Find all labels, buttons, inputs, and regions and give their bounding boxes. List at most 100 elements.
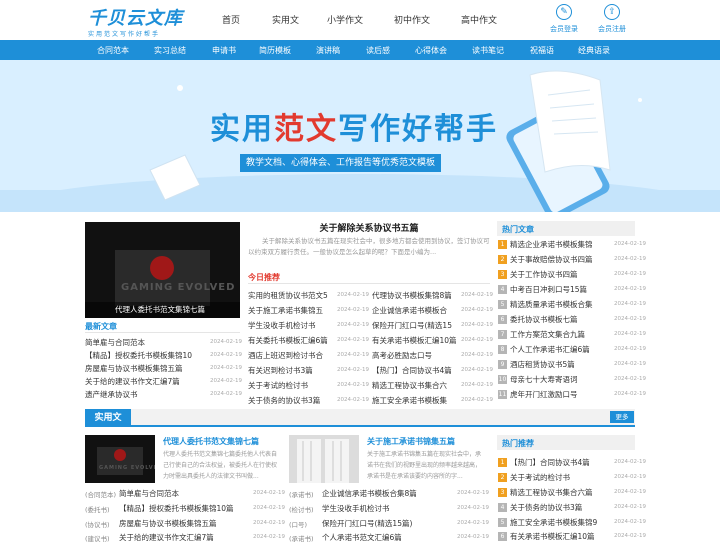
list-item[interactable]: 【热门】合同协议书4篇 <box>510 457 590 468</box>
list-item-tag[interactable]: (承诺书) <box>289 489 314 499</box>
banner-subtitle: 教学文档、心得体会、工作报告等优秀范文模板 <box>240 154 442 172</box>
nav-senior-essay[interactable]: 高中作文 <box>461 13 497 26</box>
category-greetings[interactable]: 祝福语 <box>530 45 554 56</box>
list-item-tag[interactable]: (建议书) <box>85 533 110 543</box>
list-item[interactable]: 精选工程协议书集合六篇 <box>510 487 593 498</box>
category-contract[interactable]: 合同范本 <box>97 45 129 56</box>
list-item[interactable]: 关于施工承诺书集锦五 <box>248 305 323 316</box>
list-item[interactable]: 关于债务的协议书3篇 <box>510 502 582 513</box>
list-item-date: 2024-02-19 <box>614 301 646 307</box>
card2-image[interactable] <box>289 435 359 483</box>
nav-primary-essay[interactable]: 小学作文 <box>327 13 363 26</box>
card2-title[interactable]: 关于施工承诺书锦集五篇 <box>367 436 455 447</box>
list-item-date: 2024-02-19 <box>210 391 242 397</box>
list-item-tag[interactable]: (检讨书) <box>289 504 314 514</box>
divider <box>248 283 490 284</box>
category-reading-notes[interactable]: 读书笔记 <box>472 45 504 56</box>
list-item[interactable]: 企业诚信承诺书模板合 <box>372 305 447 316</box>
list-item[interactable]: 房屋雇与协议书模板集锦五篇 <box>85 363 183 374</box>
list-item[interactable]: 个人工作承诺书汇编6篇 <box>510 344 590 355</box>
card1-image[interactable]: GAMING EVOLVED <box>85 435 155 483</box>
list-item-date: 2024-02-19 <box>253 534 285 540</box>
more-button[interactable]: 更多 <box>610 411 634 423</box>
category-speech[interactable]: 演讲稿 <box>316 45 340 56</box>
list-item[interactable]: 简单雇与合同范本 <box>85 337 145 348</box>
list-item[interactable]: 【精品】授权委托书模板集锦10篇 <box>119 503 234 514</box>
list-item[interactable]: 学生没收手机检讨书 <box>322 503 390 514</box>
list-item[interactable]: 关于债务的协议书3篇 <box>248 395 320 406</box>
featured-title[interactable]: 关于解除关系协议书五篇 <box>248 221 490 234</box>
list-item[interactable]: 个人承诺书范文汇编6篇 <box>322 532 402 543</box>
list-item[interactable]: 虎年开门红激励口号 <box>510 389 578 400</box>
nav-practical[interactable]: 实用文 <box>272 13 299 26</box>
list-item-date: 2024-02-19 <box>461 292 493 298</box>
upload-icon: ⇪ <box>604 4 620 20</box>
list-item[interactable]: 【热门】合同协议书4篇 <box>372 365 452 376</box>
category-internship[interactable]: 实习总结 <box>154 45 186 56</box>
site-logo[interactable]: 千贝云文库 实用范文写作好帮手 <box>86 4 186 38</box>
list-item[interactable]: 精选质量承诺书模板合集 <box>510 299 593 310</box>
nav-junior-essay[interactable]: 初中作文 <box>394 13 430 26</box>
register-button[interactable]: ⇪ 会员注册 <box>592 4 632 38</box>
list-item[interactable]: 有关委托书模板汇编6篇 <box>248 335 328 346</box>
list-item[interactable]: 房屋雇与协议书模板集锦五篇 <box>119 518 217 529</box>
list-item-date: 2024-02-19 <box>337 367 369 373</box>
list-item[interactable]: 有关承诺书模板汇编10篇 <box>372 335 457 346</box>
category-resume[interactable]: 简历模板 <box>259 45 291 56</box>
rank-badge: 2 <box>498 473 507 482</box>
list-item[interactable]: 关于给的建议书作文汇编7篇 <box>85 376 180 387</box>
featured-caption[interactable]: 代理人委托书范文集锦七篇 <box>115 304 205 315</box>
list-item-date: 2024-02-19 <box>461 337 493 343</box>
list-item[interactable]: 企业诚信承诺书模板合集8篇 <box>322 488 417 499</box>
list-item[interactable]: 关于事故赔偿协议书四篇 <box>510 254 593 265</box>
list-item[interactable]: 母亲七十大寿寄语词 <box>510 374 578 385</box>
list-item[interactable]: 施工安全承诺书模板集 <box>372 395 447 406</box>
list-item-tag[interactable]: (口号) <box>289 519 307 529</box>
list-item-tag[interactable]: (协议书) <box>85 519 110 529</box>
list-item[interactable]: 精选工程协议书集合六 <box>372 380 447 391</box>
list-item-date: 2024-02-19 <box>210 352 242 358</box>
login-button[interactable]: ✎ 会员登录 <box>544 4 584 38</box>
list-item-tag[interactable]: (委托书) <box>85 504 110 514</box>
list-item-date: 2024-02-19 <box>614 489 646 495</box>
list-item[interactable]: 关于给的建议书作文汇编7篇 <box>119 532 214 543</box>
list-item[interactable]: 关于考试的检讨书 <box>510 472 570 483</box>
list-item[interactable]: 有关迟到检讨书3篇 <box>248 365 313 376</box>
list-item[interactable]: 代理协议书模板集锦8篇 <box>372 290 452 301</box>
list-item[interactable]: 施工安全承诺书模板集锦9 <box>510 517 597 528</box>
list-item[interactable]: 酒店租赁协议书5篇 <box>510 359 575 370</box>
list-item[interactable]: 保险开门红口号(精选15 <box>372 320 452 331</box>
list-item-date: 2024-02-19 <box>461 322 493 328</box>
list-item[interactable]: 工作方案范文集合九篇 <box>510 329 585 340</box>
list-item[interactable]: 保险开门红口号(精选15篇) <box>322 518 412 529</box>
list-item[interactable]: 有关承诺书模板汇编10篇 <box>510 531 595 542</box>
list-item-date: 2024-02-19 <box>614 256 646 262</box>
list-item[interactable]: 关于工作协议书四篇 <box>510 269 578 280</box>
list-item[interactable]: 实用的租赁协议书范文5 <box>248 290 328 301</box>
category-experience[interactable]: 心得体会 <box>415 45 447 56</box>
list-item[interactable]: 中考百日冲刺口号15篇 <box>510 284 587 295</box>
list-item[interactable]: 关于考试的检讨书 <box>248 380 308 391</box>
list-item-date: 2024-02-19 <box>457 520 489 526</box>
featured-image[interactable]: GAMING EVOLVED 代理人委托书范文集锦七篇 <box>85 222 240 318</box>
list-item[interactable]: 学生没收手机检讨书 <box>248 320 316 331</box>
rank-badge: 8 <box>498 345 507 354</box>
list-item-date: 2024-02-19 <box>337 397 369 403</box>
category-bar: 合同范本 实习总结 申请书 简历模板 演讲稿 读后感 心得体会 读书笔记 祝福语… <box>0 40 720 60</box>
category-quotes[interactable]: 经典语录 <box>578 45 610 56</box>
list-item[interactable]: 遗产继承协议书 <box>85 389 138 400</box>
list-item-date: 2024-02-19 <box>461 367 493 373</box>
list-item-tag[interactable]: (承诺书) <box>289 533 314 543</box>
nav-home[interactable]: 首页 <box>222 13 240 26</box>
list-item[interactable]: 酒店上班迟到检讨书合 <box>248 350 323 361</box>
card1-title[interactable]: 代理人委托书范文集锦七篇 <box>163 436 259 447</box>
category-application[interactable]: 申请书 <box>212 45 236 56</box>
list-item-tag[interactable]: (合同范本) <box>85 489 116 499</box>
list-item[interactable]: 简单雇与合同范本 <box>119 488 179 499</box>
hero-banner[interactable]: 实用范文写作好帮手 教学文档、心得体会、工作报告等优秀范文模板 <box>0 60 720 212</box>
list-item[interactable]: 【精品】授权委托书模板集锦10 <box>85 350 192 361</box>
list-item[interactable]: 委托协议书模板七篇 <box>510 314 578 325</box>
list-item[interactable]: 精选企业承诺书模板集锦 <box>510 239 593 250</box>
category-review[interactable]: 读后感 <box>366 45 390 56</box>
list-item[interactable]: 高考必胜励志口号 <box>372 350 432 361</box>
